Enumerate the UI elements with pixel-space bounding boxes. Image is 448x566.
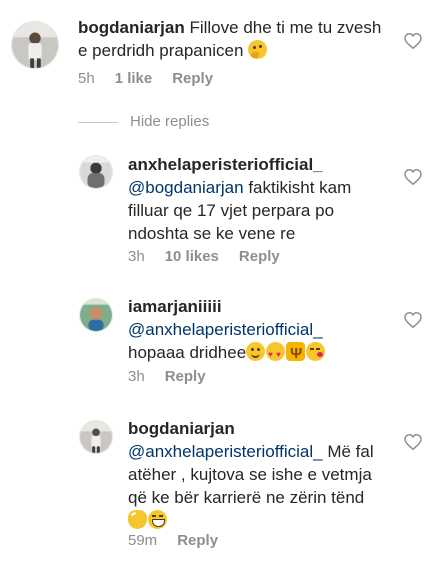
grinning-face-emoji	[148, 510, 167, 529]
comment-time: 3h	[128, 368, 145, 385]
comment-username[interactable]: bogdaniarjan	[128, 419, 235, 438]
reply-button[interactable]: Reply	[165, 368, 206, 385]
comment-text: që ke bër karrierë ne zërin tënd	[128, 488, 365, 507]
comment-text: faktikisht kam	[248, 178, 352, 197]
mention-link[interactable]: @bogdaniarjan	[128, 178, 244, 197]
comment-meta: 3h Reply	[128, 368, 226, 385]
comment-meta: 3h 10 likes Reply	[128, 248, 300, 265]
comment-time: 5h	[78, 70, 95, 87]
like-heart-icon[interactable]	[404, 169, 422, 185]
comment-meta: 59m Reply	[128, 532, 238, 549]
mention-link[interactable]: @anxhelaperisteriofficial_	[128, 320, 323, 339]
comment-text: e perdridh prapanicen	[78, 41, 244, 60]
reply-button[interactable]: Reply	[177, 532, 218, 549]
comment-time: 59m	[128, 532, 158, 549]
comment-text: hopaaa dridhee	[128, 343, 247, 362]
comment-text: atëher , kujtova se ishe e vetmja	[128, 465, 372, 484]
avatar[interactable]	[11, 21, 59, 69]
like-heart-icon[interactable]	[404, 312, 422, 328]
comment-username[interactable]: iamarjaniiiii	[128, 297, 222, 316]
comment-text: filluar qe 17 vjet perpara po	[128, 201, 335, 220]
comment-meta: 5h 1 like Reply	[78, 70, 233, 87]
kissing-face-emoji	[306, 342, 326, 361]
avatar[interactable]	[79, 420, 113, 454]
heart-eyes-emoji	[266, 342, 286, 366]
avatar[interactable]	[79, 155, 113, 189]
reply-button[interactable]: Reply	[239, 248, 280, 265]
comment-text: Më fal	[327, 442, 374, 461]
smiling-face-emoji	[246, 342, 266, 361]
reply-button[interactable]: Reply	[172, 70, 213, 87]
likes-count[interactable]: 1 like	[115, 70, 153, 87]
comment-username[interactable]: anxhelaperisteriofficial_	[128, 155, 323, 174]
thinking-face-emoji	[248, 40, 268, 59]
hide-replies-label[interactable]: Hide replies	[130, 113, 209, 130]
like-heart-icon[interactable]	[404, 434, 422, 450]
trident-emoji	[286, 342, 306, 365]
divider	[78, 122, 118, 123]
comment-time: 3h	[128, 248, 145, 265]
like-heart-icon[interactable]	[404, 33, 422, 49]
comment-username[interactable]: bogdaniarjan	[78, 18, 185, 37]
avatar[interactable]	[79, 298, 113, 332]
comment-text: ndoshta se ke vene re	[128, 224, 296, 243]
likes-count[interactable]: 10 likes	[165, 248, 219, 265]
mention-link[interactable]: @anxhelaperisteriofficial_	[128, 442, 323, 461]
comment-text: Fillove dhe ti me tu zvesh	[189, 18, 382, 37]
clapping-hands-emoji	[128, 510, 147, 529]
